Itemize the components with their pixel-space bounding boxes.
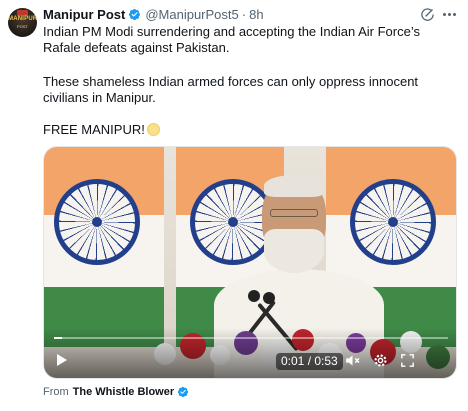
author-name[interactable]: Manipur Post xyxy=(43,7,125,22)
controls-overlay xyxy=(44,328,456,378)
tweet-text-line-2: These shameless Indian armed forces can … xyxy=(43,74,419,105)
timestamp[interactable]: 8h xyxy=(249,7,263,22)
avatar-subtext: POST xyxy=(17,24,28,29)
flag-left xyxy=(44,147,164,347)
video-progress-fill xyxy=(54,337,62,339)
tweet[interactable]: MANIPUR POST Manipur Post @ManipurPost5 … xyxy=(0,0,468,411)
tweet-text-free-manipur: FREE MANIPUR! xyxy=(43,122,145,137)
tweet-text-line-3: FREE MANIPUR! xyxy=(43,122,461,138)
settings-icon[interactable] xyxy=(372,352,389,369)
verified-badge-icon xyxy=(129,8,141,20)
source-attribution: From The Whistle Blower xyxy=(43,385,189,399)
avatar-text: MANIPUR xyxy=(8,16,37,22)
chakra-left-icon xyxy=(54,179,140,265)
source-name[interactable]: The Whistle Blower xyxy=(73,385,174,399)
author-handle[interactable]: @ManipurPost5 xyxy=(145,7,238,22)
more-options-icon[interactable] xyxy=(443,7,460,22)
separator: · xyxy=(241,6,247,22)
video-timecode: 0:01 / 0:53 xyxy=(276,353,343,370)
tweet-header: Manipur Post @ManipurPost5 · 8h xyxy=(43,6,264,22)
source-verified-badge-icon xyxy=(178,386,189,398)
source-label: From xyxy=(43,386,69,398)
clapping-hands-emoji-icon xyxy=(146,123,160,136)
mute-icon[interactable] xyxy=(344,352,361,369)
microphone-left-head xyxy=(248,290,260,302)
tweet-text-line-1: Indian PM Modi surrendering and acceptin… xyxy=(43,24,420,55)
video-player[interactable]: 0:01 / 0:53 xyxy=(43,146,457,379)
play-icon[interactable] xyxy=(56,353,68,367)
avatar[interactable]: MANIPUR POST xyxy=(8,8,37,37)
grok-icon[interactable] xyxy=(420,7,435,22)
microphone-right-head xyxy=(263,292,275,304)
video-progress-bar[interactable] xyxy=(54,337,448,339)
fullscreen-icon[interactable] xyxy=(399,352,416,369)
